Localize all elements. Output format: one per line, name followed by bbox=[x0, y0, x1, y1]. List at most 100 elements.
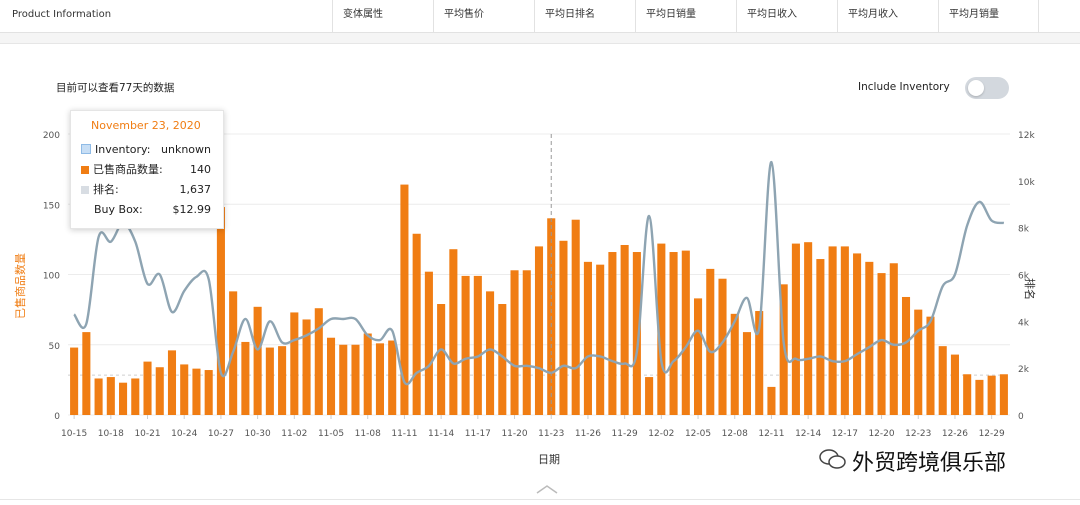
bar bbox=[926, 316, 935, 415]
bar bbox=[840, 246, 849, 415]
x-tick-label: 12-23 bbox=[905, 429, 931, 439]
bar bbox=[326, 337, 336, 415]
x-tick-label: 12-05 bbox=[685, 429, 711, 439]
bar bbox=[339, 344, 348, 415]
bar bbox=[241, 341, 250, 415]
y-tick-label: 150 bbox=[43, 201, 60, 211]
sales-rank-chart: 05010015020002k4k6k8k10k12k10-15 10-18 10-… bbox=[13, 131, 1037, 466]
y2-tick-label: 0 bbox=[1018, 412, 1024, 422]
x-tick-label: 11-26 bbox=[575, 429, 601, 439]
x-tick-label: 12-08 bbox=[722, 429, 748, 439]
bar bbox=[620, 244, 629, 415]
tooltip-row-rank: 排名: 1,637 bbox=[81, 182, 213, 198]
tooltip-value: $12.99 bbox=[172, 203, 212, 216]
bar bbox=[155, 367, 164, 415]
bar bbox=[94, 378, 103, 415]
bar bbox=[143, 361, 152, 415]
y2-tick-label: 4k bbox=[1018, 318, 1030, 328]
wechat-icon bbox=[819, 449, 846, 469]
x-tick-label: 11-23 bbox=[538, 429, 564, 439]
x-tick-label: 11-20 bbox=[501, 429, 527, 439]
x-tick-label: 11-29 bbox=[612, 429, 638, 439]
y-axis-label: 已售商品数量 bbox=[13, 253, 27, 319]
bar bbox=[975, 379, 984, 415]
bar bbox=[791, 243, 800, 415]
bar bbox=[522, 270, 531, 415]
x-tick-label: 12-20 bbox=[868, 429, 894, 439]
x-tick-label: 11-17 bbox=[465, 429, 491, 439]
bar bbox=[608, 252, 617, 415]
bar bbox=[865, 261, 874, 415]
bar bbox=[437, 304, 446, 415]
x-tick-label: 10-21 bbox=[134, 429, 160, 439]
y2-axis-label: 排名 bbox=[1023, 278, 1037, 300]
inventory-swatch-icon bbox=[81, 144, 91, 154]
bar bbox=[767, 386, 776, 415]
bar bbox=[167, 350, 177, 415]
bar bbox=[461, 275, 470, 415]
units-sold-swatch-icon bbox=[81, 166, 89, 174]
x-tick-label: 10-18 bbox=[98, 429, 124, 439]
y-tick-label: 0 bbox=[54, 412, 60, 422]
y-tick-label: 50 bbox=[49, 342, 61, 352]
bar bbox=[804, 242, 813, 415]
y-tick-label: 100 bbox=[43, 272, 60, 282]
x-tick-label: 11-14 bbox=[428, 429, 454, 439]
bar bbox=[278, 346, 287, 415]
tooltip-date: November 23, 2020 bbox=[91, 119, 201, 132]
bar bbox=[742, 332, 752, 415]
tooltip-label: 排名: bbox=[93, 183, 119, 196]
bar bbox=[987, 375, 996, 415]
bar bbox=[363, 333, 372, 415]
bar bbox=[645, 377, 654, 415]
x-tick-label: 10-27 bbox=[208, 429, 234, 439]
y2-tick-label: 12k bbox=[1018, 131, 1035, 141]
bar bbox=[559, 240, 568, 415]
bar bbox=[82, 332, 91, 415]
bar bbox=[889, 263, 898, 415]
bar bbox=[669, 252, 678, 415]
bar bbox=[204, 370, 213, 415]
bar bbox=[706, 268, 715, 415]
bar bbox=[950, 354, 959, 415]
x-tick-label: 10-30 bbox=[245, 429, 271, 439]
tooltip-value: unknown bbox=[161, 143, 211, 156]
x-axis-label: 日期 bbox=[538, 453, 560, 466]
bar bbox=[131, 378, 140, 415]
bar bbox=[694, 298, 703, 415]
x-tick-label: 12-17 bbox=[832, 429, 858, 439]
watermark-text: 外贸跨境俱乐部 bbox=[852, 451, 1007, 476]
bar bbox=[486, 291, 495, 415]
bar bbox=[583, 261, 592, 415]
bar bbox=[596, 264, 605, 415]
bar bbox=[216, 207, 225, 415]
x-tick-label: 11-02 bbox=[281, 429, 307, 439]
bar bbox=[449, 249, 458, 415]
x-tick-label: 12-29 bbox=[979, 429, 1005, 439]
y-tick-label: 200 bbox=[43, 131, 60, 141]
bar bbox=[938, 346, 947, 415]
bar bbox=[999, 374, 1008, 415]
x-tick-label: 11-08 bbox=[355, 429, 381, 439]
bar bbox=[253, 306, 262, 415]
bar bbox=[265, 347, 274, 415]
x-tick-label: 10-24 bbox=[171, 429, 197, 439]
bar bbox=[192, 368, 201, 415]
bar bbox=[914, 309, 923, 415]
tooltip-value: 140 bbox=[190, 163, 211, 176]
rank-swatch-icon bbox=[81, 186, 89, 194]
tooltip-label: Inventory: bbox=[95, 143, 151, 156]
bar bbox=[119, 382, 128, 415]
x-tick-label: 12-02 bbox=[648, 429, 674, 439]
bar bbox=[412, 233, 421, 415]
x-tick-label: 12-26 bbox=[942, 429, 968, 439]
y2-tick-label: 8k bbox=[1018, 225, 1030, 235]
tooltip-value: 1,637 bbox=[179, 183, 212, 196]
tooltip-row-units-sold: 已售商品数量: 140 bbox=[81, 162, 213, 178]
bar bbox=[180, 364, 189, 415]
bar bbox=[681, 250, 690, 415]
collapse-chevron-up-icon[interactable] bbox=[535, 483, 559, 495]
tooltip-label: Buy Box: bbox=[94, 203, 143, 216]
bar bbox=[534, 246, 544, 415]
bar bbox=[473, 275, 482, 415]
